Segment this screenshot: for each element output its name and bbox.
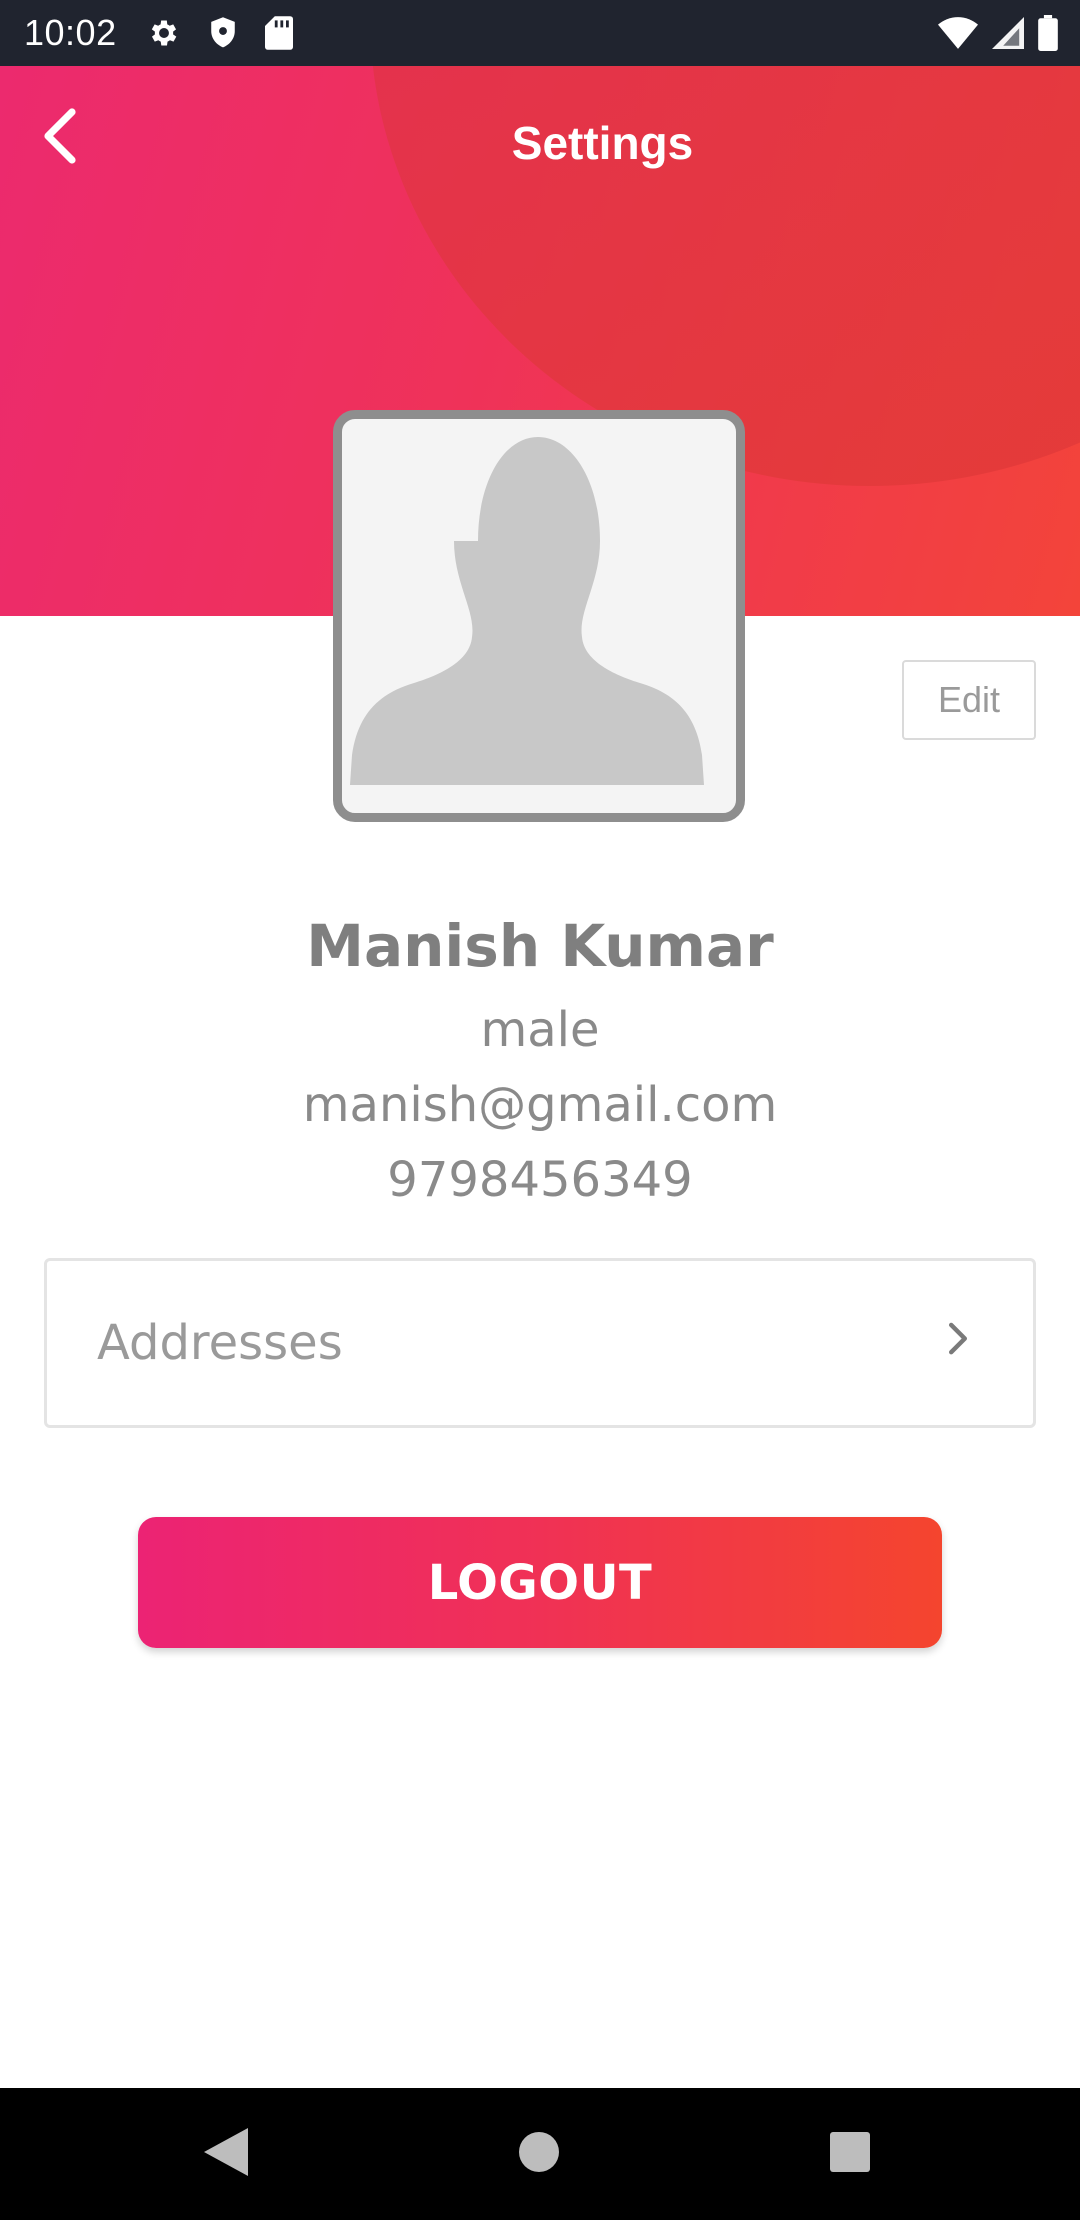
wifi-icon bbox=[938, 17, 978, 49]
nav-recents-button[interactable] bbox=[814, 2088, 886, 2220]
addresses-label: Addresses bbox=[97, 1315, 343, 1371]
sd-card-icon bbox=[264, 16, 293, 50]
status-time: 10:02 bbox=[24, 12, 117, 53]
edit-button[interactable]: Edit bbox=[902, 660, 1036, 740]
addresses-row[interactable]: Addresses bbox=[44, 1258, 1036, 1428]
profile-phone: 9798456349 bbox=[387, 1152, 693, 1208]
home-circle-icon bbox=[518, 2131, 560, 2178]
nav-home-button[interactable] bbox=[503, 2088, 575, 2220]
profile-email: manish@gmail.com bbox=[302, 1077, 778, 1133]
signal-icon bbox=[992, 17, 1024, 49]
avatar bbox=[333, 410, 745, 822]
chevron-right-icon bbox=[947, 1322, 969, 1361]
recents-square-icon bbox=[830, 2131, 870, 2177]
page-title: Settings bbox=[511, 117, 694, 169]
logout-button[interactable]: LOGOUT bbox=[138, 1517, 942, 1648]
profile-name: Manish Kumar bbox=[306, 912, 774, 980]
nav-back-button[interactable] bbox=[190, 2088, 262, 2220]
gear-icon bbox=[147, 16, 181, 50]
back-triangle-icon bbox=[204, 2127, 248, 2181]
shield-icon bbox=[207, 16, 239, 50]
status-right-icons bbox=[938, 0, 1058, 66]
profile-gender: male bbox=[480, 1002, 600, 1058]
status-left-icons bbox=[147, 16, 293, 50]
system-nav-bar bbox=[0, 2088, 1080, 2220]
battery-icon bbox=[1038, 15, 1058, 51]
status-bar: 10:02 bbox=[0, 0, 1080, 66]
